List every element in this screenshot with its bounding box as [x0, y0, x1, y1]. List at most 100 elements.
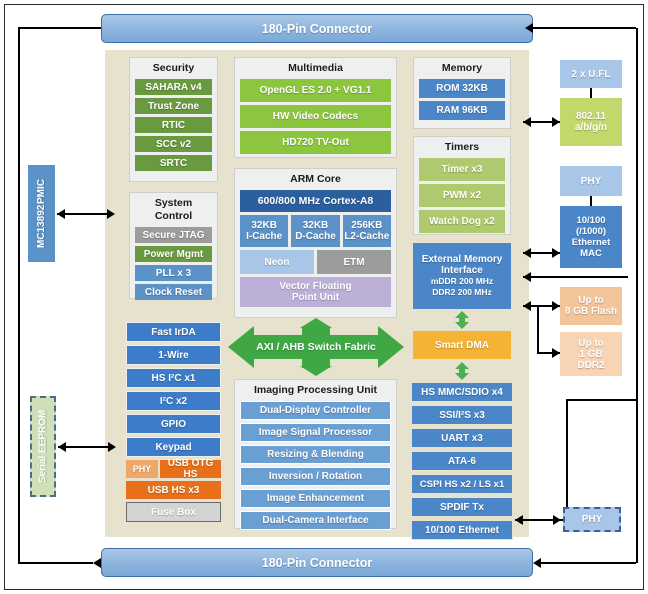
bottom-connector-right-lead [541, 562, 636, 564]
arm-core-l2cache[interactable]: 256KB L2-Cache [342, 215, 391, 247]
group-imaging-processing-unit: Imaging Processing Unit Dual-Display Con… [234, 379, 397, 530]
peripheral-1-wire[interactable]: 1-Wire [126, 345, 221, 365]
timers-title: Timers [444, 141, 480, 153]
top-connector-right-lead [533, 27, 636, 29]
multimedia-block-tv-out[interactable]: HD720 TV-Out [240, 131, 391, 154]
external-serial-eeprom[interactable]: Serial EEPROM [30, 396, 56, 497]
flash-arrow-left [523, 301, 531, 311]
external-mc13892-pmic[interactable]: MC13892 PMIC [28, 165, 55, 262]
external-ufl-connectors[interactable]: 2 x U.FL [560, 60, 622, 88]
peripheral-ata6[interactable]: ATA-6 [411, 451, 513, 471]
ddr-line2: 1 GB [579, 348, 603, 360]
arm-core-cpu[interactable]: 600/800 MHz Cortex-A8 [240, 190, 391, 212]
pmic-link-arrow-right [107, 209, 115, 219]
dcache-size: 32KB [302, 220, 329, 231]
syscontrol-block-power-mgmt[interactable]: Power Mgmt [135, 246, 212, 262]
external-flash-memory[interactable]: Up to 8 GB Flash [560, 287, 622, 325]
peripheral-usb-hs-x3[interactable]: USB HS x3 [126, 481, 221, 499]
arm-core-vfp[interactable]: Vector Floating Point Unit [240, 277, 391, 307]
wifi-line2: a/b/g/n [574, 122, 608, 133]
eeprom-link-arrow-right [108, 442, 116, 452]
group-arm-core: ARM Core 600/800 MHz Cortex-A8 32KB I-Ca… [234, 168, 397, 318]
ipu-title: Imaging Processing Unit [253, 384, 378, 396]
ddr-line3: DDR2 [577, 359, 605, 371]
syscontrol-block-clock-reset[interactable]: Clock Reset [135, 284, 212, 300]
vfp-line2: Point Unit [291, 292, 340, 303]
timers-block-timer[interactable]: Timer x3 [419, 158, 505, 181]
external-memory-interface[interactable]: External Memory Interface mDDR 200 MHz D… [413, 243, 511, 309]
peripheral-cspi[interactable]: CSPI HS x2 / LS x1 [411, 474, 513, 494]
ipu-block-dual-display-controller[interactable]: Dual-Display Controller [240, 401, 391, 420]
peripheral-i2c[interactable]: I²C x2 [126, 391, 221, 411]
peripheral-usb-phy[interactable]: PHY [126, 460, 158, 478]
emi-line3: mDDR 200 MHz [430, 276, 494, 286]
multimedia-block-video-codecs[interactable]: HW Video Codecs [240, 105, 391, 128]
vfp-line1: Vector Floating [279, 281, 352, 292]
external-ethernet-mac[interactable]: 10/100 (/1000) Ethernet MAC [560, 206, 622, 268]
dma-periph-connector [455, 362, 469, 380]
ipu-block-image-signal-processor[interactable]: Image Signal Processor [240, 423, 391, 442]
external-ddr2-memory[interactable]: Up to 1 GB DDR2 [560, 332, 622, 376]
peripheral-fuse-box[interactable]: Fuse Box [126, 502, 221, 522]
bottom-connector-right-arrow [533, 558, 541, 568]
eeprom-link-arrow-left [58, 442, 66, 452]
arm-core-etm[interactable]: ETM [317, 250, 391, 274]
pmic-label-line2: PMIC [36, 179, 47, 205]
peripheral-uart[interactable]: UART x3 [411, 428, 513, 448]
fabric-label: AXI / AHB Switch Fabric [256, 341, 376, 353]
emi-right-bus-arrow [523, 272, 531, 282]
group-multimedia: Multimedia OpenGL ES 2.0 + VG1.1 HW Vide… [234, 57, 397, 158]
peripheral-10-100-ethernet[interactable]: 10/100 Ethernet [411, 520, 513, 540]
arm-core-dcache[interactable]: 32KB D-Cache [291, 215, 340, 247]
peripheral-hs-mmc-sdio[interactable]: HS MMC/SDIO x4 [411, 382, 513, 402]
eeprom-link-line [58, 446, 114, 448]
security-block-sccv2[interactable]: SCC v2 [135, 136, 212, 152]
multimedia-block-opengl[interactable]: OpenGL ES 2.0 + VG1.1 [240, 79, 391, 102]
right-bus-line [636, 28, 638, 563]
syscontrol-block-secure-jtag[interactable]: Secure JTAG [135, 227, 212, 243]
top-connector-left-lead [18, 27, 101, 29]
group-system-control: System Control Secure JTAG Power Mgmt PL… [129, 192, 218, 300]
ipu-block-inversion-rotation[interactable]: Inversion / Rotation [240, 467, 391, 486]
external-phy-top[interactable]: PHY [560, 166, 622, 196]
multimedia-title: Multimedia [288, 62, 343, 74]
ipu-block-resizing-blending[interactable]: Resizing & Blending [240, 445, 391, 464]
peripheral-usb-otg-hs[interactable]: USB OTG HS [160, 458, 221, 480]
memory-block-rom[interactable]: ROM 32KB [419, 79, 505, 98]
group-security: Security SAHARA v4 Trust Zone RTIC SCC v… [129, 57, 218, 182]
security-title: Security [152, 62, 195, 74]
peripheral-fast-irda[interactable]: Fast IrDA [126, 322, 221, 342]
smart-dma-block[interactable]: Smart DMA [413, 331, 511, 359]
ipu-block-image-enhancement[interactable]: Image Enhancement [240, 489, 391, 508]
external-phy-bottom[interactable]: PHY [563, 507, 621, 532]
external-wifi-module[interactable]: 802.11 a/b/g/n [560, 98, 622, 146]
timers-block-watchdog[interactable]: Watch Dog x2 [419, 210, 505, 233]
ipu-block-dual-camera-interface[interactable]: Dual-Camera Interface [240, 511, 391, 530]
phy-bottom-vline [566, 400, 568, 507]
fabric-tip-down [300, 366, 332, 376]
security-block-rtic[interactable]: RTIC [135, 117, 212, 133]
arm-core-neon[interactable]: Neon [240, 250, 314, 274]
arm-core-icache[interactable]: 32KB I-Cache [240, 215, 289, 247]
peripheral-hs-i2c[interactable]: HS I²C x1 [126, 368, 221, 388]
peripheral-spdif-tx[interactable]: SPDIF Tx [411, 497, 513, 517]
fabric-tip-up [300, 318, 332, 328]
emac-line2: (/1000) [575, 226, 607, 237]
peripheral-ssi-i2s[interactable]: SSI/I²S x3 [411, 405, 513, 425]
axi-ahb-switch-fabric[interactable]: AXI / AHB Switch Fabric [228, 326, 404, 368]
wifi-arrow-right [552, 117, 560, 127]
peripheral-gpio[interactable]: GPIO [126, 414, 221, 434]
system-control-title: System Control [154, 197, 193, 222]
memory-block-ram[interactable]: RAM 96KB [419, 101, 505, 120]
security-block-trustzone[interactable]: Trust Zone [135, 98, 212, 114]
security-block-srtc[interactable]: SRTC [135, 155, 212, 171]
emac-line4: MAC [580, 248, 602, 259]
peripheral-keypad[interactable]: Keypad [126, 437, 221, 457]
ufl-wifi-link [590, 88, 592, 98]
emac-line1: 10/100 [576, 215, 606, 226]
timers-block-pwm[interactable]: PWM x2 [419, 184, 505, 207]
syscontrol-block-pll[interactable]: PLL x 3 [135, 265, 212, 281]
connector-bottom-180-pin[interactable]: 180-Pin Connector [101, 548, 533, 577]
security-block-sahara[interactable]: SAHARA v4 [135, 79, 212, 95]
connector-top-180-pin[interactable]: 180-Pin Connector [101, 14, 533, 43]
